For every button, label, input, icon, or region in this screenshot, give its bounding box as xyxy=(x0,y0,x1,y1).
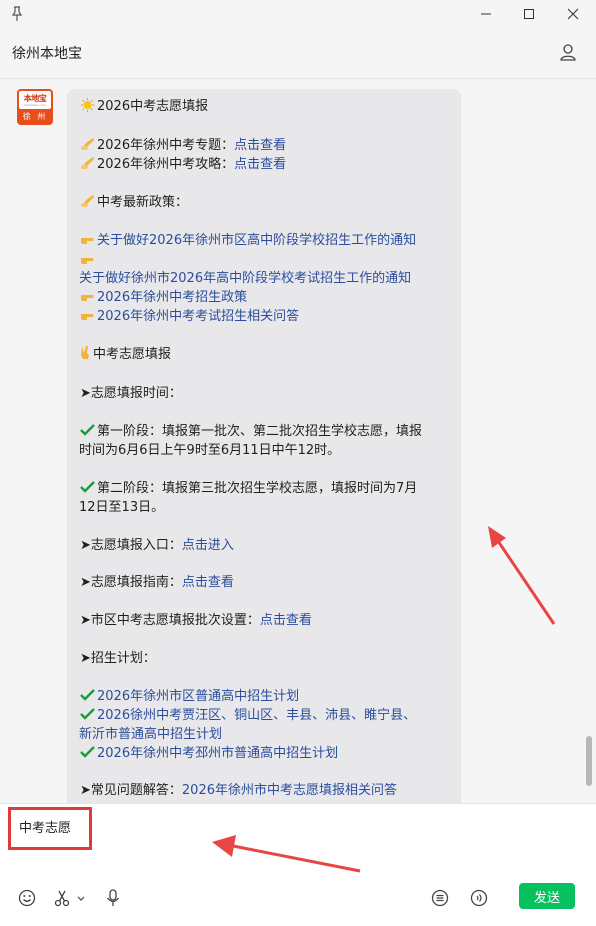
message-line: ➤市区中考志愿填报批次设置：点击查看 xyxy=(80,613,312,628)
message-line xyxy=(80,252,97,269)
message-line: 2026年徐州中考专题：点击查看 xyxy=(80,137,286,154)
message-line: ➤志愿填报时间： xyxy=(80,386,182,401)
plan-link-3[interactable]: 2026年徐州中考邳州市普通高中招生计划 xyxy=(97,746,338,761)
pointing-hand-icon xyxy=(81,314,94,320)
avatar[interactable]: 本地宝 bendibao.com 徐 州 xyxy=(17,89,53,125)
chat-scrollbar[interactable] xyxy=(586,736,592,786)
screenshot-button[interactable] xyxy=(54,888,88,908)
emoji-button[interactable] xyxy=(17,888,37,908)
entry-link[interactable]: 点击进入 xyxy=(182,538,234,553)
plan-link-1[interactable]: 2026年徐州市区普通高中招生计划 xyxy=(97,689,299,704)
sun-icon xyxy=(81,98,94,112)
message-line: 2026年徐州中考邳州市普通高中招生计划 xyxy=(80,745,338,762)
message-line: 2026中考志愿填报 xyxy=(80,98,208,115)
batch-link[interactable]: 点击查看 xyxy=(260,613,312,628)
close-icon xyxy=(567,8,579,20)
maximize-icon xyxy=(524,9,534,19)
message-line: 2026年徐州中考招生政策 xyxy=(80,289,247,306)
mic-icon xyxy=(106,889,120,906)
writing-hand-icon xyxy=(81,195,94,207)
message-line: ➤招生计划： xyxy=(80,651,156,666)
message-line: 关于做好徐州市2026年高中阶段学校考试招生工作的通知 xyxy=(79,270,411,287)
writing-hand-icon xyxy=(81,138,94,150)
policy-link-2[interactable]: 关于做好徐州市2026年高中阶段学校考试招生工作的通知 xyxy=(79,271,411,286)
message-line: 新沂市普通高中招生计划 xyxy=(79,726,222,743)
pointing-hand-icon xyxy=(81,238,94,244)
guide-link[interactable]: 点击查看 xyxy=(234,157,286,172)
send-button[interactable]: 发送 xyxy=(519,883,575,909)
message-line: ➤常见问题解答：2026年徐州市中考志愿填报相关问答 xyxy=(80,783,397,798)
pin-icon[interactable] xyxy=(10,6,24,22)
voice-message-button[interactable] xyxy=(469,888,489,908)
avatar-logo: 本地宝 bendibao.com xyxy=(19,91,51,109)
message-line: 中考志愿填报 xyxy=(80,346,171,363)
message-input[interactable]: 中考志愿 xyxy=(19,817,71,836)
emoji-icon xyxy=(18,889,36,907)
message-line: 2026年徐州市区普通高中招生计划 xyxy=(80,688,299,705)
plan-link-2-cont[interactable]: 新沂市普通高中招生计划 xyxy=(79,727,222,742)
check-icon xyxy=(80,424,95,436)
chat-title: 徐州本地宝 xyxy=(12,46,82,62)
message-line: 中考最新政策： xyxy=(80,194,188,211)
policy-link-4[interactable]: 2026年徐州中考考试招生相关问答 xyxy=(97,309,299,324)
guide-link-2[interactable]: 点击查看 xyxy=(182,575,234,590)
history-button[interactable] xyxy=(430,888,450,908)
chat-messages[interactable]: 本地宝 bendibao.com 徐 州 2026中考志愿填报 2026年徐州中… xyxy=(0,79,596,803)
user-icon[interactable] xyxy=(558,42,578,62)
voice-input-button[interactable] xyxy=(103,888,123,908)
policy-link-3[interactable]: 2026年徐州中考招生政策 xyxy=(97,290,247,305)
message-line: 关于做好2026年徐州市区高中阶段学校招生工作的通知 xyxy=(80,232,416,249)
victory-hand-icon xyxy=(81,346,89,359)
voice-icon xyxy=(470,889,488,907)
maximize-button[interactable] xyxy=(518,4,540,24)
plan-link-2[interactable]: 2026徐州中考贾汪区、铜山区、丰县、沛县、睢宁县、 xyxy=(97,708,416,723)
faq-link[interactable]: 2026年徐州市中考志愿填报相关问答 xyxy=(182,783,397,798)
policy-link-1[interactable]: 关于做好2026年徐州市区高中阶段学校招生工作的通知 xyxy=(97,233,416,248)
avatar-city: 徐 州 xyxy=(22,112,48,121)
minimize-icon xyxy=(481,13,491,15)
message-line: 12日至13日。 xyxy=(79,500,165,515)
scissors-icon xyxy=(54,890,85,907)
writing-hand-icon xyxy=(81,157,94,169)
message-line: 2026年徐州中考攻略：点击查看 xyxy=(80,156,286,173)
check-icon xyxy=(80,708,95,720)
message-line: ➤志愿填报入口：点击进入 xyxy=(80,538,234,553)
chat-header: 徐州本地宝 xyxy=(0,28,596,79)
pointing-hand-icon xyxy=(81,295,94,301)
message-line: ➤志愿填报指南：点击查看 xyxy=(80,575,234,590)
message-line: 第二阶段：填报第三批次招生学校志愿，填报时间为7月 xyxy=(80,480,417,497)
message-line: 2026徐州中考贾汪区、铜山区、丰县、沛县、睢宁县、 xyxy=(80,707,416,724)
list-icon xyxy=(431,889,449,907)
message-composer: 中考志愿 发送 xyxy=(0,803,596,926)
pointing-hand-icon xyxy=(81,258,94,264)
check-icon xyxy=(80,746,95,758)
check-icon xyxy=(80,689,95,701)
message-line: 时间为6月6日上午9时至6月11日中午12时。 xyxy=(79,443,341,458)
message-line: 2026年徐州中考考试招生相关问答 xyxy=(80,308,299,325)
close-button[interactable] xyxy=(562,4,584,24)
check-icon xyxy=(80,481,95,493)
window-titlebar xyxy=(0,0,596,28)
minimize-button[interactable] xyxy=(475,4,497,24)
message-line: 第一阶段：填报第一批次、第二批次招生学校志愿，填报 xyxy=(80,423,422,440)
topic-link[interactable]: 点击查看 xyxy=(234,138,286,153)
